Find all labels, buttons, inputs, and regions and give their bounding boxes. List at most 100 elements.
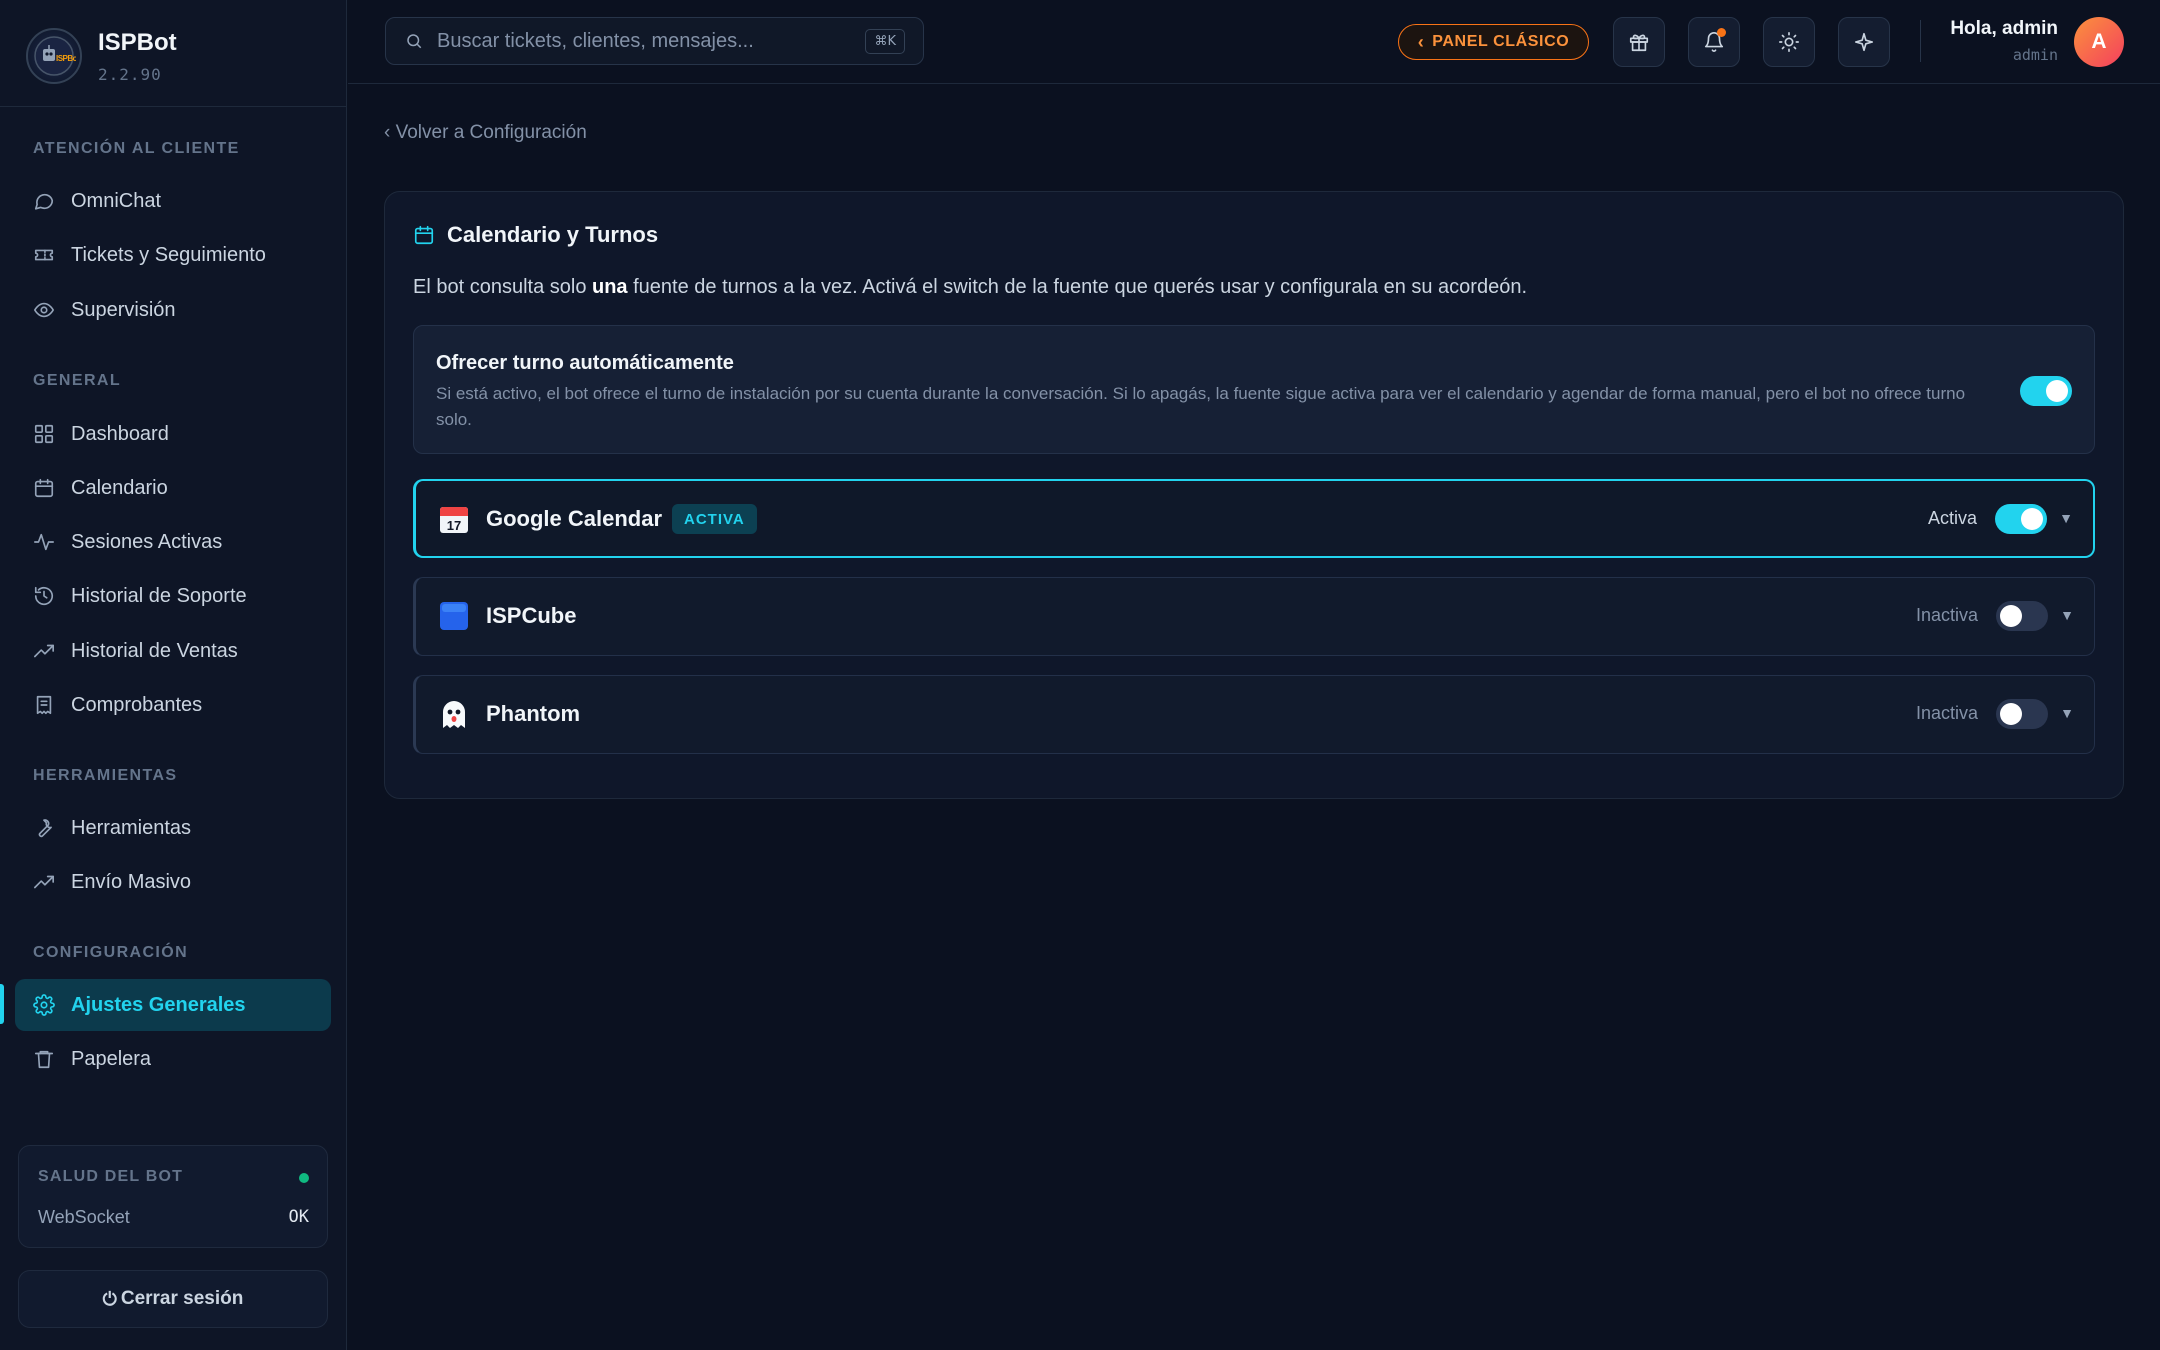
gift-button[interactable]: [1613, 17, 1665, 67]
source-status: Inactiva: [1915, 605, 1978, 625]
chevron-down-icon[interactable]: ▼: [2059, 510, 2073, 526]
chevron-down-icon[interactable]: ▼: [2060, 705, 2074, 721]
chat-bubble-icon: [33, 190, 55, 212]
section-label-configuracion: CONFIGURACIÓN: [33, 944, 189, 961]
ghost-icon: [438, 698, 470, 730]
health-status-dot: [299, 1173, 309, 1183]
sidebar: ISPBot ISPBot 2.2.90 ATENCIÓN AL CLIENTE…: [0, 0, 347, 1350]
auto-offer-title: Ofrecer turno automáticamente: [436, 352, 734, 374]
sidebar-item-label: OmniChat: [71, 189, 162, 212]
active-badge: ACTIVA: [672, 504, 757, 534]
search-input[interactable]: [437, 29, 837, 53]
topbar: ⌘K ‹ PANEL CLÁSICO Hola, admin admin A: [348, 0, 2160, 84]
sidebar-item-label: Tickets y Seguimiento: [71, 243, 266, 266]
auto-offer-toggle[interactable]: [2020, 376, 2072, 406]
avatar[interactable]: A: [2074, 17, 2124, 67]
sidebar-item-omnichat[interactable]: OmniChat: [15, 175, 331, 227]
notifications-button[interactable]: [1688, 17, 1740, 67]
calendar-icon: [33, 477, 55, 499]
health-websocket-label: WebSocket: [38, 1207, 130, 1227]
svg-text:ISPBot: ISPBot: [56, 54, 76, 63]
section-label-atencion: ATENCIÓN AL CLIENTE: [33, 140, 240, 157]
card-header: Calendario y Turnos: [413, 222, 658, 248]
theme-toggle-button[interactable]: [1763, 17, 1815, 67]
chevron-left-icon: ‹: [1417, 31, 1425, 52]
health-title: SALUD DEL BOT: [38, 1168, 184, 1185]
brand[interactable]: ISPBot ISPBot 2.2.90: [26, 26, 177, 86]
calendar-icon: [414, 225, 434, 245]
robot-logo-icon: ISPBot: [34, 36, 76, 76]
activity-icon: [33, 531, 55, 553]
receipt-icon: [33, 694, 55, 716]
search-box[interactable]: ⌘K: [385, 17, 924, 65]
toggle-knob: [2021, 508, 2043, 530]
sidebar-item-comprobantes[interactable]: Comprobantes: [15, 679, 331, 731]
classic-panel-label: PANEL CLÁSICO: [1432, 33, 1570, 50]
user-greeting[interactable]: Hola, admin admin: [1950, 18, 2058, 64]
sidebar-item-label: Papelera: [71, 1047, 152, 1070]
sidebar-item-dashboard[interactable]: Dashboard: [15, 408, 331, 460]
phantom-toggle[interactable]: [1996, 699, 2048, 729]
topbar-divider: [1920, 20, 1921, 62]
sidebar-item-label: Calendario: [71, 476, 168, 499]
gift-icon: [1629, 34, 1649, 52]
gear-icon: [33, 994, 55, 1016]
trash-icon: [33, 1048, 55, 1070]
source-name: Google Calendar: [486, 506, 663, 531]
ai-assistant-button[interactable]: [1838, 17, 1890, 67]
search-icon: [407, 34, 422, 49]
sidebar-item-supervision[interactable]: Supervisión: [15, 284, 331, 336]
sidebar-item-historial-soporte[interactable]: Historial de Soporte: [15, 570, 331, 622]
source-status: Activa: [1927, 508, 1977, 528]
source-row-google-calendar[interactable]: 17 Google Calendar ACTIVA Activa ▼: [413, 479, 2095, 558]
logout-label: Cerrar sesión: [120, 1288, 244, 1309]
google-calendar-toggle[interactable]: [1995, 504, 2047, 534]
sidebar-item-label: Ajustes Generales: [71, 993, 246, 1016]
card-title: Calendario y Turnos: [447, 222, 659, 247]
toggle-knob: [2000, 703, 2022, 725]
brand-name: ISPBot: [98, 28, 177, 56]
sidebar-item-papelera[interactable]: Papelera: [15, 1033, 331, 1085]
classic-panel-button[interactable]: ‹ PANEL CLÁSICO: [1398, 24, 1589, 60]
source-name: Phantom: [486, 701, 581, 726]
sidebar-item-tickets[interactable]: Tickets y Seguimiento: [15, 229, 331, 281]
sidebar-item-label: Sesiones Activas: [71, 530, 223, 553]
back-to-settings-link[interactable]: ‹ Volver a Configuración: [384, 122, 587, 144]
brand-logo: ISPBot: [26, 28, 82, 84]
section-label-herramientas: HERRAMIENTAS: [33, 767, 178, 784]
trending-up-icon: [33, 871, 55, 893]
logout-button[interactable]: ⏻ Cerrar sesión: [18, 1270, 328, 1328]
wrench-icon: [33, 817, 55, 839]
sidebar-item-label: Historial de Ventas: [71, 639, 238, 662]
bot-health-card: SALUD DEL BOT WebSocket OK: [18, 1145, 328, 1248]
history-icon: [33, 585, 55, 607]
trending-up-icon: [33, 640, 55, 662]
source-status: Inactiva: [1915, 703, 1978, 723]
chevron-down-icon[interactable]: ▼: [2060, 607, 2074, 623]
ticket-icon: [33, 244, 55, 266]
sidebar-item-calendario[interactable]: Calendario: [15, 462, 331, 514]
brand-version: 2.2.90: [98, 64, 162, 84]
blue-square-icon: [438, 600, 470, 632]
sidebar-item-label: Herramientas: [71, 816, 192, 839]
sidebar-item-label: Envío Masivo: [71, 870, 192, 893]
source-row-ispcube[interactable]: ISPCube Inactiva ▼: [413, 577, 2095, 656]
source-row-phantom[interactable]: Phantom Inactiva ▼: [413, 675, 2095, 754]
sun-icon: [1779, 32, 1799, 52]
sidebar-item-envio-masivo[interactable]: Envío Masivo: [15, 856, 331, 908]
sidebar-item-herramientas[interactable]: Herramientas: [15, 802, 331, 854]
sidebar-item-sesiones[interactable]: Sesiones Activas: [15, 516, 331, 568]
grid-icon: [33, 423, 55, 445]
sidebar-item-historial-ventas[interactable]: Historial de Ventas: [15, 625, 331, 677]
sidebar-divider: [0, 106, 346, 107]
auto-offer-description: Si está activo, el bot ofrece el turno d…: [436, 384, 1966, 429]
active-indicator: [0, 984, 4, 1024]
sidebar-item-ajustes-generales[interactable]: Ajustes Generales: [15, 979, 331, 1031]
section-label-general: GENERAL: [33, 372, 122, 389]
ispcube-toggle[interactable]: [1996, 601, 2048, 631]
sidebar-item-label: Historial de Soporte: [71, 584, 247, 607]
auto-offer-setting: Ofrecer turno automáticamente Si está ac…: [413, 325, 2095, 454]
sidebar-item-label: Dashboard: [71, 422, 169, 445]
sidebar-item-label: Supervisión: [71, 298, 176, 321]
health-websocket-value: OK: [288, 1207, 309, 1227]
